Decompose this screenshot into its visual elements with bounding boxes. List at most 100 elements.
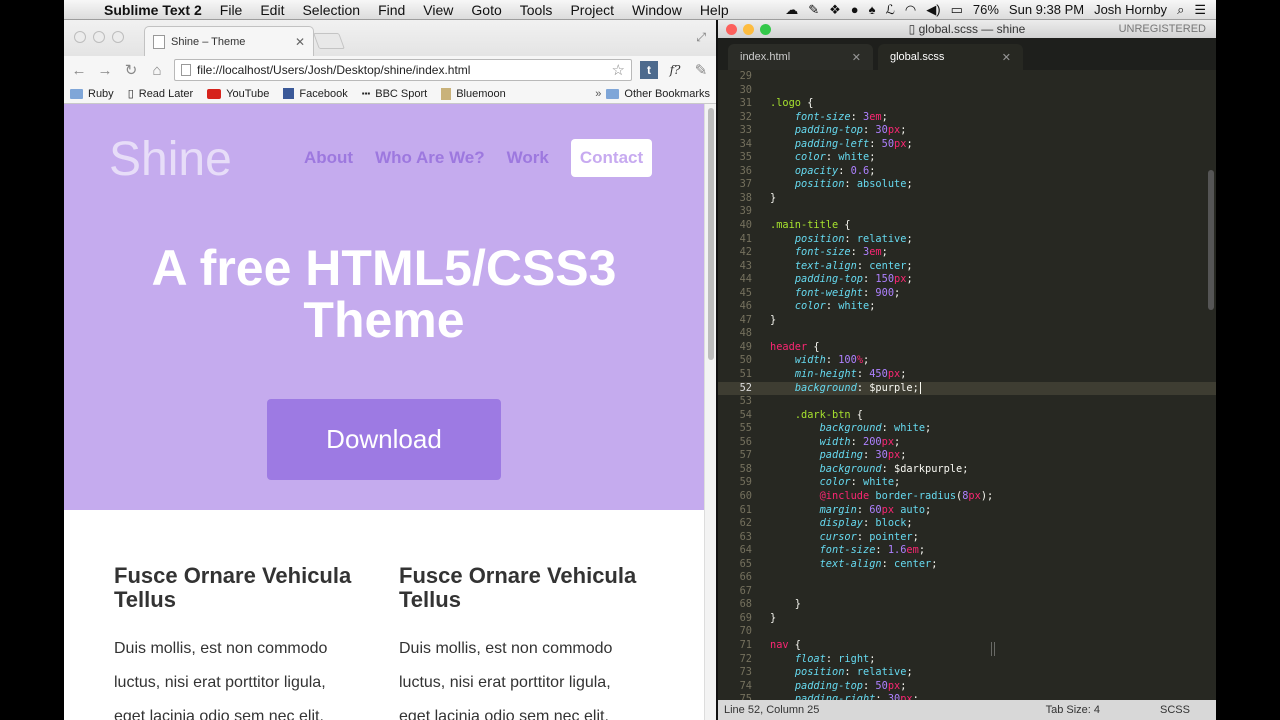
wrench-menu-icon[interactable]: ✎ <box>692 61 710 79</box>
evernote-icon[interactable]: ✎ <box>808 2 819 18</box>
bookmark-ruby[interactable]: Ruby <box>70 88 114 100</box>
bell-icon[interactable]: ♠ <box>869 2 876 17</box>
menu-window[interactable]: Window <box>632 2 682 18</box>
minimize-window-button[interactable] <box>93 31 105 43</box>
page-scrollbar[interactable] <box>704 104 716 720</box>
skype-icon[interactable]: ● <box>851 2 859 17</box>
code-line[interactable]: 42 font-size: 3em; <box>718 246 1216 260</box>
site-logo[interactable]: Shine <box>109 132 232 187</box>
bookmark-bluemoon[interactable]: Bluemoon <box>441 87 506 100</box>
code-line[interactable]: 43 text-align: center; <box>718 260 1216 274</box>
code-line[interactable]: 67 <box>718 585 1216 599</box>
bookmark-youtube[interactable]: YouTube <box>207 88 269 100</box>
editor-scrollbar[interactable] <box>1208 170 1214 310</box>
code-line[interactable]: 53 <box>718 395 1216 409</box>
code-line[interactable]: 38} <box>718 192 1216 206</box>
bookmark-star-icon[interactable]: ☆ <box>612 61 625 79</box>
whatfont-extension-icon[interactable]: f? <box>666 61 684 79</box>
code-line[interactable]: 61 margin: 60px auto; <box>718 504 1216 518</box>
back-arrow-icon[interactable]: ← <box>70 62 88 79</box>
code-line[interactable]: 60 @include border-radius(8px); <box>718 490 1216 504</box>
close-window-button[interactable] <box>726 24 737 35</box>
script-icon[interactable]: ℒ <box>886 2 895 18</box>
code-line[interactable]: 71 nav { <box>718 639 1216 653</box>
code-line[interactable]: 57 padding: 30px; <box>718 449 1216 463</box>
fullscreen-icon[interactable]: ⤢ <box>696 30 706 45</box>
minimize-window-button[interactable] <box>743 24 754 35</box>
dropbox-icon[interactable]: ❖ <box>829 2 841 18</box>
code-line[interactable]: 66 <box>718 571 1216 585</box>
code-line[interactable]: 33 padding-top: 30px; <box>718 124 1216 138</box>
code-line[interactable]: 31 .logo { <box>718 97 1216 111</box>
editor-tab-index-html[interactable]: index.html ✕ <box>728 44 873 70</box>
code-line[interactable]: 58 background: $darkpurple; <box>718 463 1216 477</box>
code-line[interactable]: 75 padding-right: 30px; <box>718 693 1216 700</box>
other-bookmarks[interactable]: » Other Bookmarks <box>595 88 710 100</box>
spotlight-search-icon[interactable]: ⌕ <box>1177 2 1184 18</box>
code-line[interactable]: 50 width: 100%; <box>718 354 1216 368</box>
code-line[interactable]: 72 float: right; <box>718 653 1216 667</box>
menu-goto[interactable]: Goto <box>471 2 501 18</box>
close-tab-icon[interactable]: ✕ <box>1002 51 1011 64</box>
close-tab-icon[interactable]: ✕ <box>852 51 861 64</box>
code-line[interactable]: 65 text-align: center; <box>718 558 1216 572</box>
zoom-window-button[interactable] <box>112 31 124 43</box>
code-line[interactable]: 70 <box>718 625 1216 639</box>
code-line[interactable]: 34 padding-left: 50px; <box>718 138 1216 152</box>
code-line[interactable]: 40 .main-title { <box>718 219 1216 233</box>
code-line[interactable]: 62 display: block; <box>718 517 1216 531</box>
code-line[interactable]: 68 } <box>718 598 1216 612</box>
cloud-icon[interactable]: ☁ <box>785 2 798 18</box>
menu-edit[interactable]: Edit <box>260 2 284 18</box>
code-line[interactable]: 59 color: white; <box>718 476 1216 490</box>
close-window-button[interactable] <box>74 31 86 43</box>
code-line[interactable]: 64 font-size: 1.6em; <box>718 544 1216 558</box>
code-line[interactable]: 54 .dark-btn { <box>718 409 1216 423</box>
menu-selection[interactable]: Selection <box>302 2 360 18</box>
user-name[interactable]: Josh Hornby <box>1094 2 1167 17</box>
code-line[interactable]: 37 position: absolute; <box>718 178 1216 192</box>
syntax-selector[interactable]: SCSS <box>1160 704 1190 716</box>
forward-arrow-icon[interactable]: → <box>96 62 114 79</box>
download-button[interactable]: Download <box>267 399 501 480</box>
nav-link-who-are-we[interactable]: Who Are We? <box>375 148 485 168</box>
code-line[interactable]: 49 header { <box>718 341 1216 355</box>
code-line[interactable]: 44 padding-top: 150px; <box>718 273 1216 287</box>
code-area[interactable]: 29 30 31 .logo {32 font-size: 3em; 33 paddin… <box>718 70 1216 700</box>
wifi-icon[interactable]: ◠ <box>905 2 916 18</box>
code-line[interactable]: 39 <box>718 205 1216 219</box>
scrollbar-thumb[interactable] <box>708 108 714 360</box>
code-line[interactable]: 36 opacity: 0.6; <box>718 165 1216 179</box>
editor-tab-global-scss[interactable]: global.scss ✕ <box>878 44 1023 70</box>
tumblr-extension-icon[interactable]: t <box>640 61 658 79</box>
close-tab-icon[interactable]: ✕ <box>295 35 305 49</box>
bookmark-facebook[interactable]: Facebook <box>283 88 348 100</box>
code-line[interactable]: 30 <box>718 84 1216 98</box>
nav-link-about[interactable]: About <box>304 148 353 168</box>
battery-icon[interactable]: ▭ <box>951 2 963 18</box>
menu-project[interactable]: Project <box>570 2 614 18</box>
nav-link-contact[interactable]: Contact <box>570 139 653 177</box>
code-line[interactable]: 32 font-size: 3em; <box>718 111 1216 125</box>
notification-list-icon[interactable]: ☰ <box>1194 2 1206 18</box>
code-line[interactable]: 47} <box>718 314 1216 328</box>
menubar-app-name[interactable]: Sublime Text 2 <box>104 2 202 18</box>
code-line[interactable]: 41 position: relative; <box>718 233 1216 247</box>
volume-icon[interactable]: ◀) <box>926 2 940 18</box>
tab-size-selector[interactable]: Tab Size: 4 <box>1046 704 1100 716</box>
code-line[interactable]: 45 font-weight: 900; <box>718 287 1216 301</box>
nav-link-work[interactable]: Work <box>507 148 549 168</box>
code-line[interactable]: 46 color: white; <box>718 300 1216 314</box>
code-line[interactable]: 63 cursor: pointer; <box>718 531 1216 545</box>
code-line[interactable]: 55 background: white; <box>718 422 1216 436</box>
code-line[interactable]: 74 padding-top: 50px; <box>718 680 1216 694</box>
new-tab-button[interactable] <box>313 33 345 49</box>
code-line[interactable]: 52 background: $purple; <box>718 381 1216 396</box>
bookmark-read-later[interactable]: ▯ Read Later <box>128 87 194 101</box>
address-bar[interactable]: file://localhost/Users/Josh/Desktop/shin… <box>174 59 632 81</box>
browser-tab[interactable]: Shine – Theme ✕ <box>144 26 314 56</box>
home-icon[interactable]: ⌂ <box>148 62 166 79</box>
menu-help[interactable]: Help <box>700 2 729 18</box>
zoom-window-button[interactable] <box>760 24 771 35</box>
code-line[interactable]: 56 width: 200px; <box>718 436 1216 450</box>
